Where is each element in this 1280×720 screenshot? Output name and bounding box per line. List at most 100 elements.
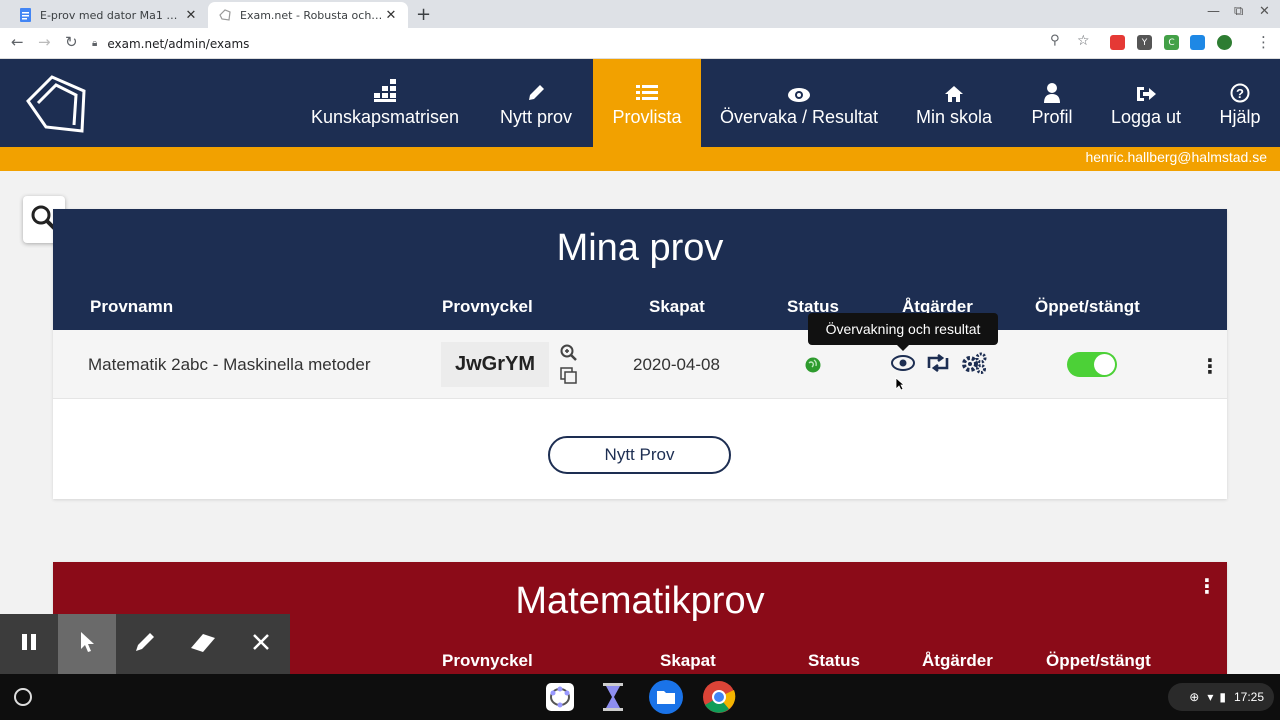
nav-label: Nytt prov	[499, 106, 573, 127]
row-menu-icon[interactable]: ⋮	[1200, 354, 1220, 378]
address-bar[interactable]: 🔒︎ exam.net/admin/exams	[92, 32, 1102, 55]
col-provnyckel: Provnyckel	[442, 297, 533, 316]
nav-overvaka-resultat[interactable]: Övervaka / Resultat	[712, 59, 886, 147]
back-icon[interactable]: ←	[11, 33, 24, 51]
exam-key: JwGrYM	[441, 342, 549, 387]
nav-hjalp[interactable]: ? Hjälp	[1212, 59, 1268, 147]
gears-icon[interactable]	[961, 352, 987, 378]
status-online-icon	[805, 357, 821, 377]
user-bar: henric.hallberg@halmstad.se	[0, 147, 1280, 171]
logout-icon	[1135, 79, 1157, 103]
pen-tool-button[interactable]	[116, 614, 174, 674]
matrix-icon	[372, 78, 398, 103]
annotation-toolbar	[0, 614, 290, 674]
close-window-icon[interactable]: ✕	[1259, 4, 1270, 19]
extension-circle-icon[interactable]	[1217, 35, 1232, 50]
eye-icon	[787, 79, 811, 103]
nav-label: Logga ut	[1110, 106, 1182, 127]
nav-label: Övervaka / Resultat	[719, 106, 879, 127]
card-title: Mina prov	[556, 227, 724, 269]
card-menu-icon[interactable]: ⋮	[1197, 574, 1217, 598]
zoom-key-icon[interactable]	[560, 344, 578, 366]
pencil-icon	[526, 79, 546, 103]
nav-profil[interactable]: Profil	[1022, 59, 1082, 147]
browser-toolbar: ← → ↻ 🔒︎ exam.net/admin/exams ⚲ ☆ Y C ⋮	[0, 28, 1280, 59]
launcher-icon[interactable]	[14, 688, 32, 706]
extension-c-icon[interactable]: C	[1164, 35, 1179, 50]
close-toolbar-button[interactable]	[232, 614, 290, 674]
pointer-icon	[78, 630, 96, 658]
nav-min-skola[interactable]: Min skola	[905, 59, 1003, 147]
geogebra-app-icon[interactable]	[543, 680, 577, 714]
mina-prov-header: Mina prov Provnamn Provnyckel Skapat Sta…	[53, 209, 1227, 330]
copy-key-icon[interactable]	[560, 367, 578, 389]
pause-button[interactable]	[0, 614, 58, 674]
zoom-icon[interactable]: ⚲	[1050, 33, 1060, 48]
examnet-favicon-icon	[218, 8, 232, 22]
user-email[interactable]: henric.hallberg@halmstad.se	[1085, 149, 1267, 165]
nav-kunskapsmatrisen[interactable]: Kunskapsmatrisen	[300, 59, 470, 147]
eraser-tool-button[interactable]	[174, 614, 232, 674]
exam-name: Matematik 2abc - Maskinella metoder	[88, 354, 371, 374]
extension-calendar-icon[interactable]	[1190, 35, 1205, 50]
retweet-icon[interactable]	[925, 353, 951, 376]
files-app-icon[interactable]	[649, 680, 683, 714]
col-skapat: Skapat	[660, 651, 716, 670]
user-icon	[1043, 79, 1061, 103]
browser-tab-docs[interactable]: E-prov med dator Ma1 1.0 - 2019 ✕	[8, 2, 208, 28]
new-tab-button[interactable]: +	[416, 4, 431, 25]
nav-provlista[interactable]: Provlista	[593, 59, 701, 147]
exam-created: 2020-04-08	[633, 354, 720, 374]
tooltip: Övervakning och resultat	[808, 313, 998, 351]
nav-label: Kunskapsmatrisen	[310, 106, 460, 127]
col-provnamn: Provnamn	[90, 297, 174, 316]
toggle-knob	[1094, 354, 1115, 375]
forward-icon[interactable]: →	[38, 33, 51, 51]
mina-prov-card: Mina prov Provnamn Provnyckel Skapat Sta…	[53, 209, 1227, 499]
restore-icon[interactable]: ⧉	[1234, 4, 1243, 19]
nav-nytt-prov[interactable]: Nytt prov	[488, 59, 584, 147]
site-header: Kunskapsmatrisen Nytt prov Provlista Öve…	[0, 59, 1280, 147]
bookmark-star-icon[interactable]: ☆	[1077, 33, 1090, 49]
add-circle-icon: ⊕	[1189, 690, 1200, 704]
url-text: exam.net/admin/exams	[107, 36, 250, 51]
nav-logga-ut[interactable]: Logga ut	[1105, 59, 1187, 147]
eye-icon[interactable]	[891, 354, 915, 376]
new-exam-button[interactable]: Nytt Prov	[548, 436, 731, 474]
col-skapat: Skapat	[649, 297, 705, 316]
clock: 17:25	[1233, 690, 1264, 704]
tab-title: E-prov med dator Ma1 1.0 - 2019	[40, 8, 184, 22]
browser-tab-strip: E-prov med dator Ma1 1.0 - 2019 ✕ Exam.n…	[0, 0, 1280, 28]
lock-icon: 🔒︎	[92, 38, 98, 49]
reload-icon[interactable]: ↻	[65, 33, 78, 51]
chrome-app-icon[interactable]	[702, 680, 736, 714]
browser-tab-examnet[interactable]: Exam.net - Robusta och säkra digitala pr…	[208, 2, 408, 28]
nav-label: Min skola	[915, 106, 993, 127]
pen-icon	[133, 630, 157, 658]
wifi-icon: ▾	[1207, 690, 1214, 704]
col-oppet-stangt: Öppet/stängt	[1035, 297, 1140, 316]
svg-text:?: ?	[1236, 86, 1244, 101]
extension-y-icon[interactable]: Y	[1137, 35, 1152, 50]
menu-dots-icon[interactable]: ⋮	[1256, 33, 1271, 51]
extension-icon[interactable]	[1110, 35, 1125, 50]
close-tab-icon[interactable]: ✕	[384, 8, 398, 23]
open-closed-toggle[interactable]	[1067, 352, 1117, 377]
nav-label: Provlista	[612, 106, 682, 127]
pause-icon	[20, 632, 38, 656]
hourglass-app-icon[interactable]	[596, 680, 630, 714]
tab-title: Exam.net - Robusta och säkra digitala pr…	[240, 8, 384, 22]
nav-label: Hjälp	[1219, 106, 1261, 127]
col-atgarder: Åtgärder	[922, 651, 993, 670]
nav-label: Profil	[1031, 106, 1073, 127]
system-tray[interactable]: ⊕ ▾ ▮ 17:25	[1168, 683, 1274, 711]
os-shelf: ⊕ ▾ ▮ 17:25	[0, 674, 1280, 720]
docs-icon	[18, 8, 32, 22]
home-icon	[944, 79, 964, 103]
list-icon	[636, 79, 658, 103]
table-row: Matematik 2abc - Maskinella metoder JwGr…	[53, 330, 1227, 399]
examnet-logo[interactable]	[24, 73, 88, 135]
minimize-icon[interactable]: —	[1207, 4, 1220, 19]
pointer-tool-button[interactable]	[58, 614, 116, 674]
close-tab-icon[interactable]: ✕	[184, 8, 198, 23]
